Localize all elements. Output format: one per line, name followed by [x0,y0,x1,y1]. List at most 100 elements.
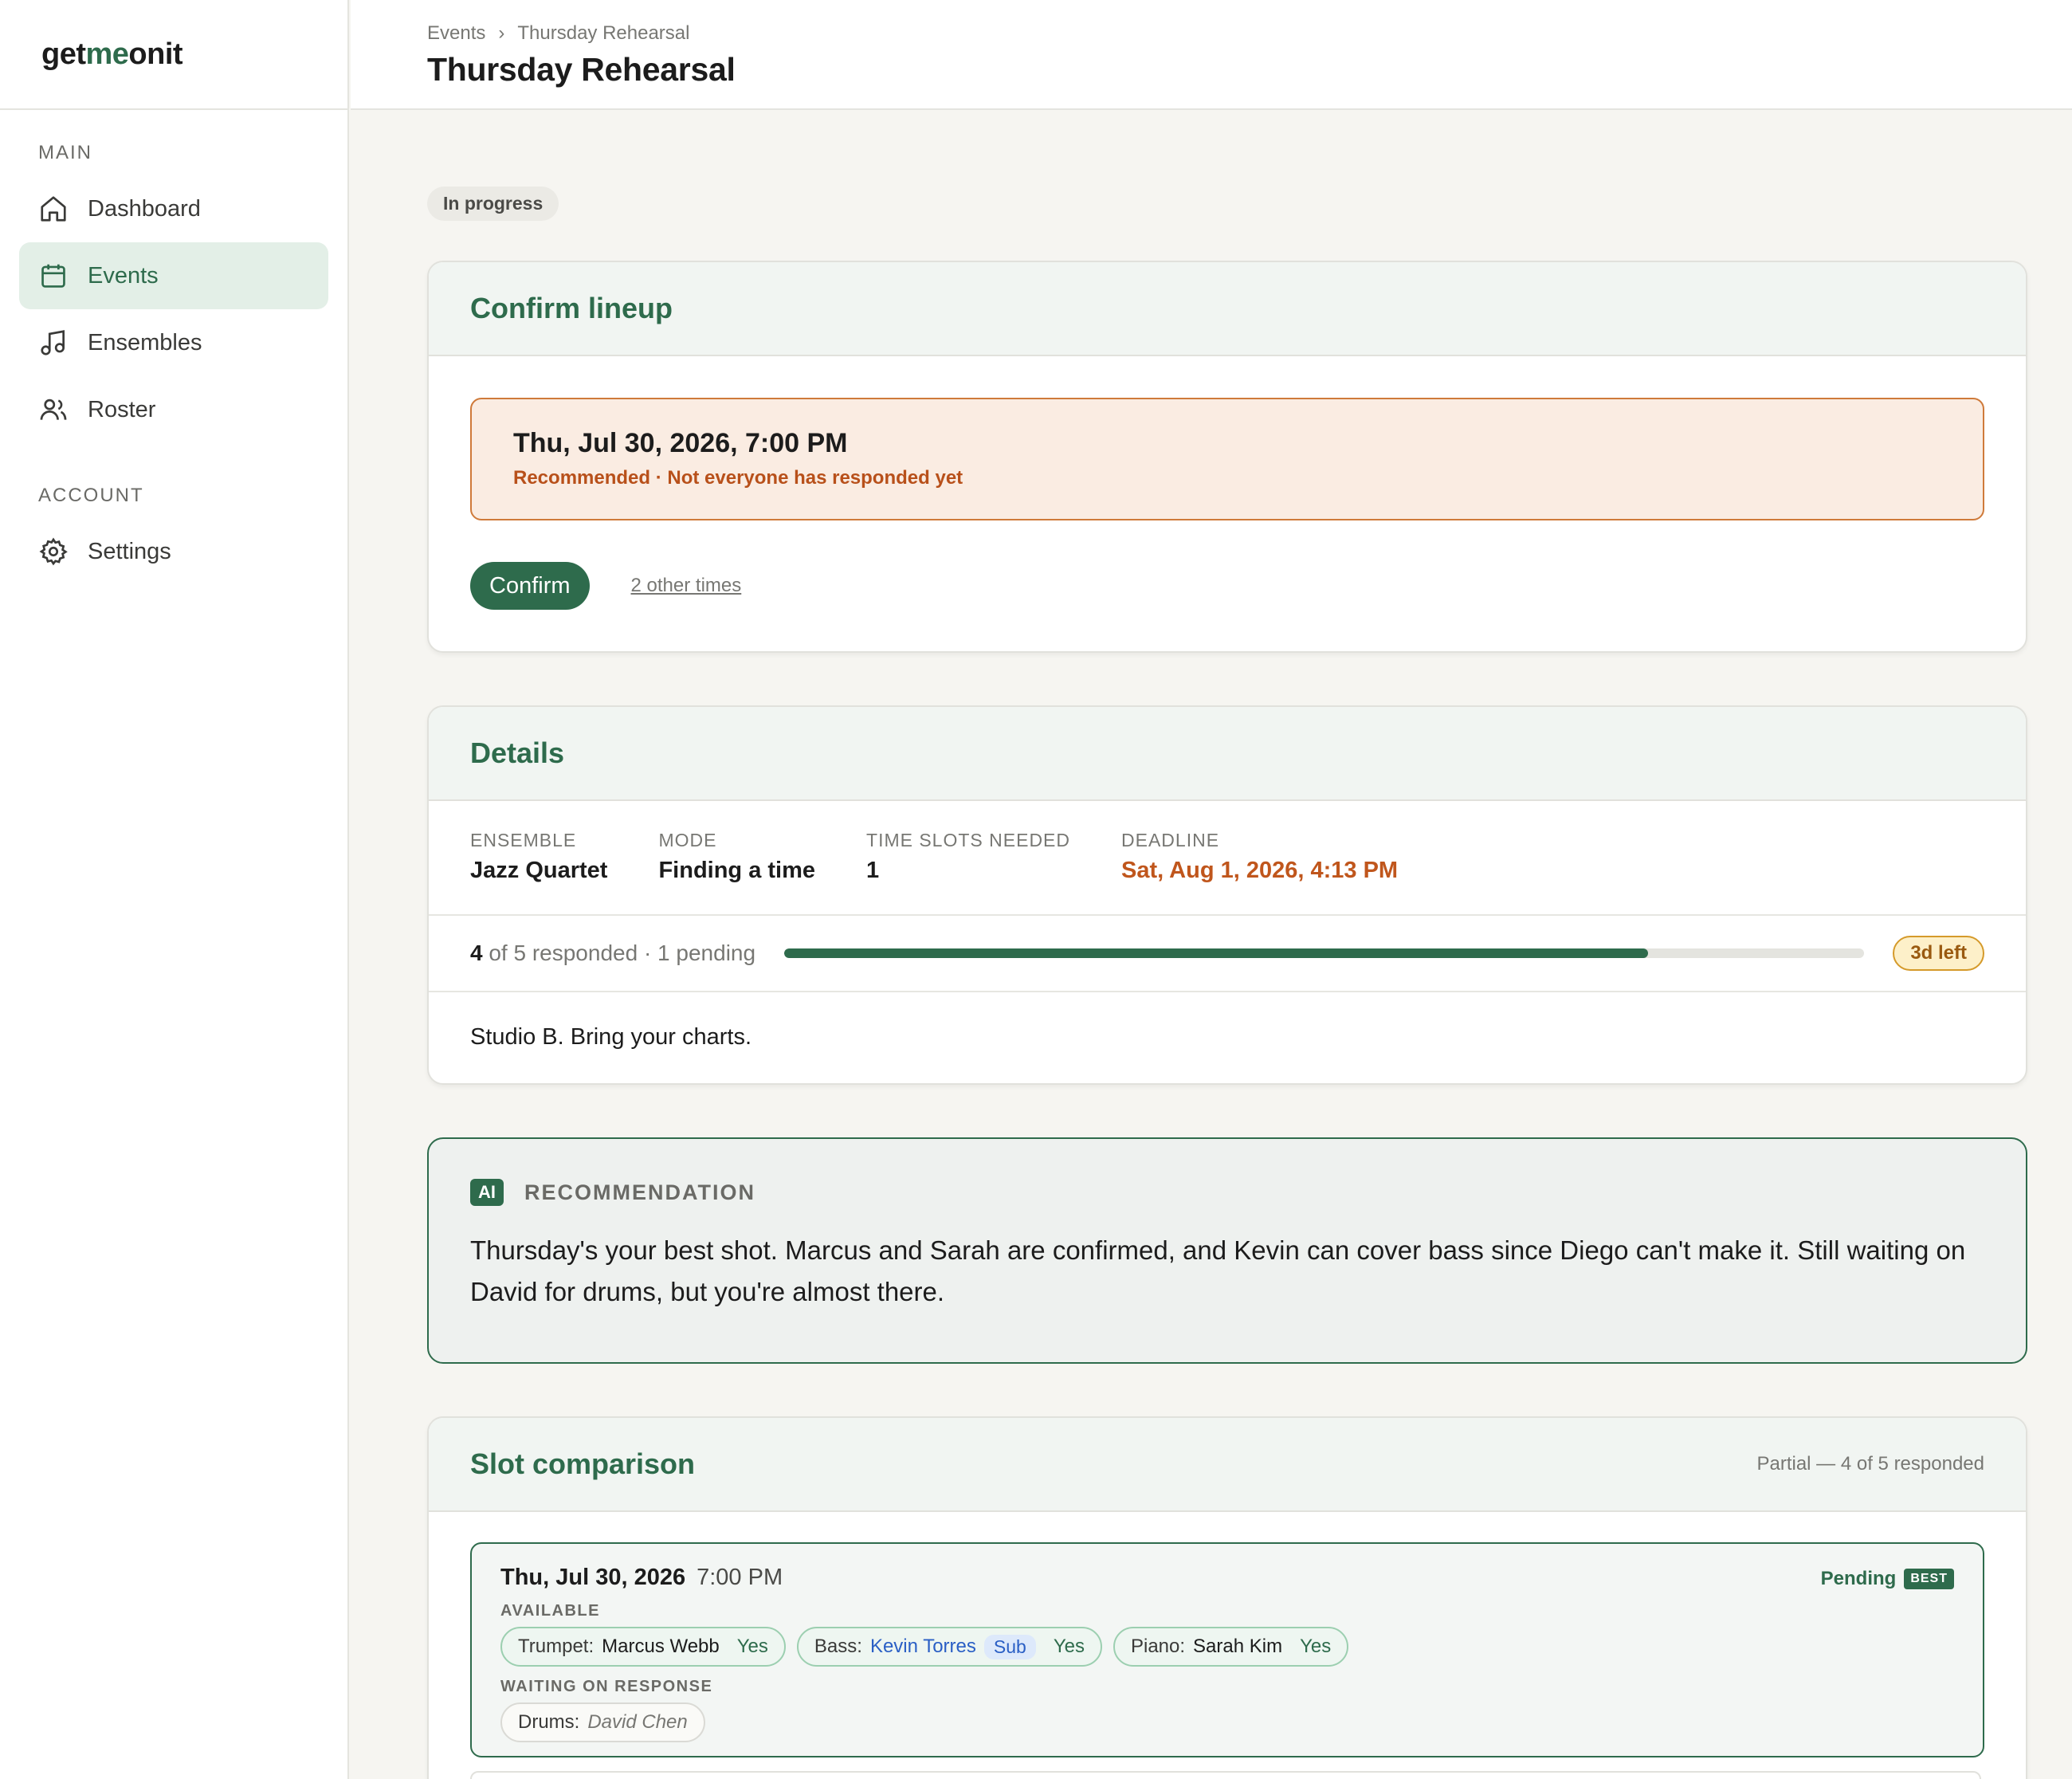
sidebar-item-label: Roster [88,396,156,422]
brand-logo[interactable]: get me onit [0,0,347,110]
chip-role: Drums: [518,1711,580,1733]
member-chip-piano: Piano: Sarah Kim Yes [1113,1627,1349,1667]
chip-name: David Chen [587,1711,688,1733]
breadcrumb-current: Thursday Rehearsal [517,22,690,44]
ai-label: RECOMMENDATION [524,1180,755,1204]
status-badge: In progress [427,187,559,221]
detail-value: 1 [866,858,880,883]
progress-fill [784,948,1649,958]
sidebar-item-roster[interactable]: Roster [19,376,328,443]
nav-heading-account: ACCOUNT [38,485,144,506]
page-title: Thursday Rehearsal [427,51,736,88]
sidebar-item-label: Dashboard [88,195,201,222]
card-header: Details [429,707,2026,801]
detail-label: ENSEMBLE [470,830,577,850]
member-chip-trumpet: Trumpet: Marcus Webb Yes [500,1627,786,1667]
slot-status: Pending BEST [1821,1568,1954,1590]
card-title: Slot comparison [470,1447,696,1480]
other-times-link[interactable]: 2 other times [631,575,742,597]
sidebar-item-label: Ensembles [88,329,202,355]
calendar-icon [38,261,69,291]
detail-time-slots: TIME SLOTS NEEDED 1 [866,830,1070,914]
time-left-badge: 3d left [1893,936,1984,971]
detail-label: DEADLINE [1121,830,1220,850]
detail-mode: MODE Finding a time [658,830,815,914]
card-header: Slot comparison Partial — 4 of 5 respond… [429,1418,2026,1512]
nav-heading-main: MAIN [38,142,92,163]
best-tag: BEST [1904,1569,1954,1589]
event-notes: Studio B. Bring your charts. [470,1024,751,1050]
confirm-button[interactable]: Confirm [470,562,590,610]
sidebar-item-label: Events [88,262,159,289]
sidebar-item-dashboard[interactable]: Dashboard [19,175,328,242]
waiting-chips: Drums: David Chen [500,1702,1954,1742]
recommended-date: Thu, Jul 30, 2026, 7:00 PM [513,428,848,458]
music-note-icon [38,328,69,358]
next-slot-option[interactable] [470,1771,1981,1779]
responded-number: 4 [470,941,483,965]
chip-answer: Yes [736,1636,768,1657]
sidebar-item-events[interactable]: Events [19,242,328,309]
detail-label: TIME SLOTS NEEDED [866,830,1070,850]
available-chips: Trumpet: Marcus Webb Yes Bass: Kevin Tor… [500,1627,1954,1667]
detail-deadline: DEADLINE Sat, Aug 1, 2026, 4:13 PM [1121,830,1398,914]
brand-text: get [41,37,86,71]
chip-role: Bass: [814,1636,862,1657]
recommended-time-box: Thu, Jul 30, 2026, 7:00 PM Recommended ·… [470,398,1984,520]
responded-text: of 5 responded · 1 pending [482,941,756,965]
users-icon [38,395,69,425]
slots-meta: Partial — 4 of 5 responded [1756,1453,1984,1475]
ai-header: AI RECOMMENDATION [470,1179,1984,1206]
breadcrumb-separator: › [498,22,505,44]
member-chip-bass: Bass: Kevin Torres Sub Yes [796,1627,1102,1667]
chip-name: Kevin Torres [869,1636,976,1657]
card-title: Confirm lineup [470,292,673,324]
sidebar-item-label: Settings [88,538,171,564]
ai-recommendation-card: AI RECOMMENDATION Thursday's your best s… [427,1137,2027,1364]
chip-answer: Yes [1300,1636,1332,1657]
detail-label: MODE [658,830,717,850]
slot-datetime: Thu, Jul 30, 2026 7:00 PM [500,1565,783,1591]
detail-value: Jazz Quartet [470,858,608,883]
brand-text-end: onit [128,37,183,71]
sidebar: get me onit MAIN Dashboard Events Ensemble… [0,0,349,1779]
response-progress: 4 of 5 responded · 1 pending 3d left [429,916,2026,992]
sidebar-item-settings[interactable]: Settings [19,518,328,585]
slot-date: Thu, Jul 30, 2026 [500,1565,686,1590]
brand-accent-text: me [85,37,129,71]
breadcrumb: Events › Thursday Rehearsal [427,22,2072,45]
confirm-lineup-card: Confirm lineup Thu, Jul 30, 2026, 7:00 P… [427,261,2027,653]
member-chip-drums: Drums: David Chen [500,1702,705,1742]
chip-name: Sarah Kim [1193,1636,1283,1657]
breadcrumb-events-link[interactable]: Events [427,22,485,45]
slot-time: 7:00 PM [697,1565,783,1590]
available-label: AVAILABLE [500,1602,600,1620]
detail-value: Sat, Aug 1, 2026, 4:13 PM [1121,858,1399,883]
confirm-actions: Confirm 2 other times [470,562,1984,610]
chip-answer: Yes [1053,1636,1085,1657]
sidebar-item-ensembles[interactable]: Ensembles [19,309,328,376]
ai-badge: AI [470,1179,504,1206]
card-title: Details [470,736,565,769]
slot-header: Thu, Jul 30, 2026 7:00 PM Pending BEST [500,1565,1954,1591]
card-header: Confirm lineup [429,262,2026,356]
response-count: 4 of 5 responded · 1 pending [470,941,755,966]
sub-tag: Sub [983,1634,1036,1659]
slot-status-text: Pending [1820,1568,1897,1589]
detail-ensemble: ENSEMBLE Jazz Quartet [470,830,607,914]
slot-option[interactable]: Thu, Jul 30, 2026 7:00 PM Pending BEST AV… [470,1542,1984,1757]
chip-role: Piano: [1130,1636,1186,1657]
waiting-label: WAITING ON RESPONSE [500,1678,713,1695]
ai-recommendation-text: Thursday's your best shot. Marcus and Sa… [470,1235,1966,1306]
home-icon [38,194,69,224]
page-header: Events › Thursday Rehearsal Thursday Reh… [351,0,2072,110]
slot-comparison-card: Slot comparison Partial — 4 of 5 respond… [427,1416,2027,1779]
chip-role: Trumpet: [518,1636,595,1657]
recommended-note: Recommended · Not everyone has responded… [513,467,963,489]
detail-value: Finding a time [658,858,816,883]
progress-bar [784,948,1865,958]
main-content: In progress Confirm lineup Thu, Jul 30, … [427,110,2027,1779]
details-card: Details ENSEMBLE Jazz Quartet MODE Findi… [427,705,2027,1085]
chip-name: Marcus Webb [602,1636,720,1657]
gear-icon [38,536,69,567]
